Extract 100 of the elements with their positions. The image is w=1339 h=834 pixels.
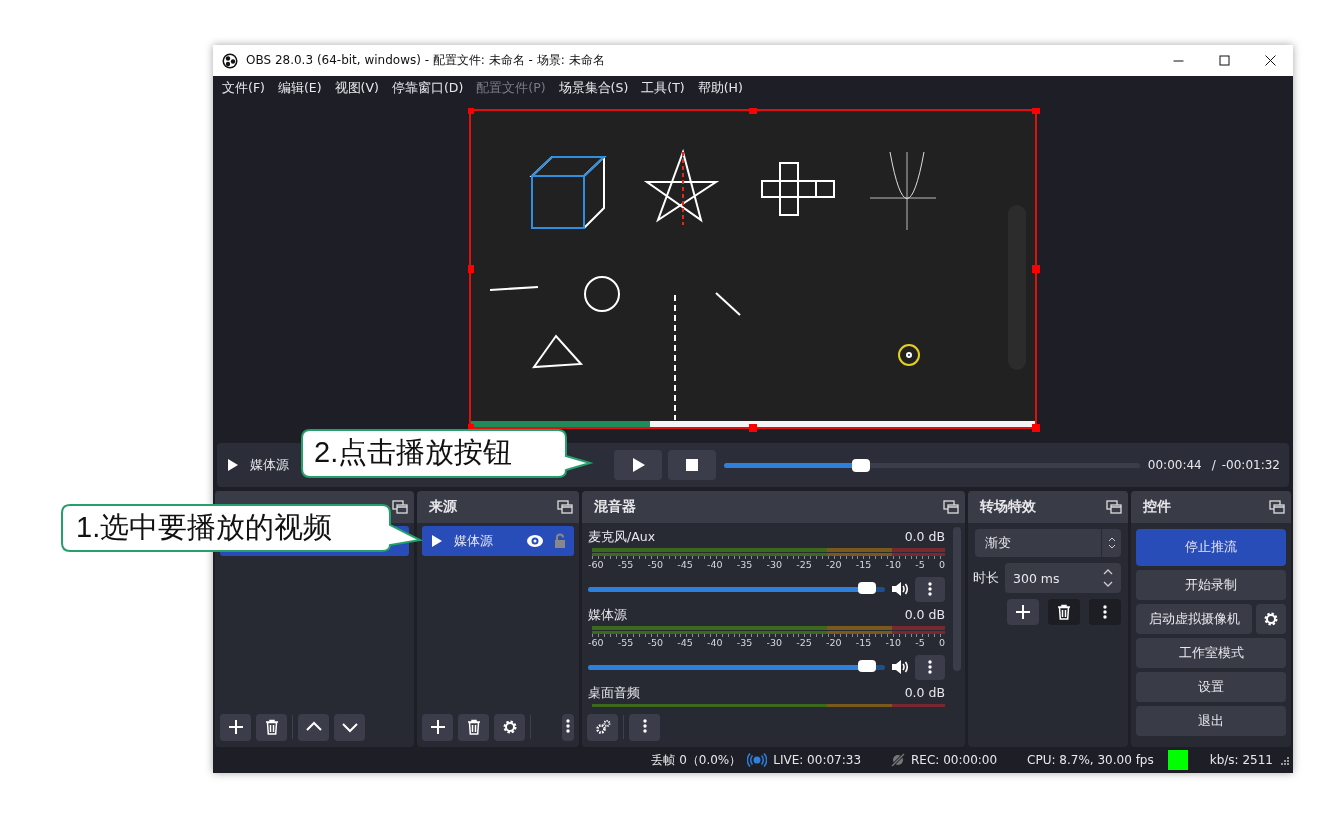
stop-button[interactable] [668,450,716,480]
callout-tooltip: 1.选中要播放的视频 [60,503,424,555]
control-button[interactable]: 设置 [1136,672,1286,702]
volume-reading: 0.0 dB [904,685,945,702]
seek-handle[interactable] [852,458,871,472]
meter-scale-label: -10 [885,637,902,650]
speaker-icon[interactable] [891,581,909,597]
menu-item[interactable]: 帮助(H) [692,79,748,97]
control-button[interactable]: 开始录制 [1136,570,1286,600]
vertical-dots-icon [927,660,933,674]
channel-name: 媒体源 [588,607,627,624]
volume-reading: 0.0 dB [904,529,945,546]
plus-icon [227,719,244,735]
meter-scale-label: -45 [677,637,693,650]
minimize-icon [1172,59,1184,62]
dropped-frames: 丢帧 0（0.0%） [651,751,742,769]
meter-scale-label: -25 [796,559,812,572]
plus-icon [429,719,446,735]
meter-scale-label: 0 [938,637,945,650]
more-button[interactable] [1089,599,1121,625]
menu-item[interactable]: 视图(V) [329,79,384,97]
remove-button[interactable] [458,713,489,741]
maximize-icon [1218,55,1230,66]
meter-scale-label: -5 [915,637,925,650]
meter-scale-label: -60 [588,637,604,650]
window-title: OBS 28.0.3 (64-bit, windows) - 配置文件: 未命名 - 场景: 未命名 [246,52,606,69]
meter-scale-label: -20 [826,637,842,650]
meter-scale-label: -5 [915,559,925,572]
undock-icon[interactable] [392,500,408,514]
source-name: 媒体源 [454,532,494,550]
eye-icon[interactable] [526,534,544,548]
dock-title: 控件 [1143,498,1171,516]
move-up-button[interactable] [298,713,329,741]
meter-scale-label: -60 [588,559,604,572]
vertical-dots-icon [565,719,571,735]
undock-icon[interactable] [557,500,573,514]
menu-item[interactable]: 停靠窗口(D) [386,79,469,97]
meter-scale-label: -55 [617,637,634,650]
transition-select[interactable]: 渐变 [975,529,1121,557]
channel-name: 麦克风/Aux [588,529,656,546]
meter-scale-label: -25 [796,637,812,650]
meter-scale-label: -40 [707,637,723,650]
control-button[interactable]: 停止推流 [1136,529,1286,566]
stop-icon [685,458,699,472]
undock-icon[interactable] [1269,500,1285,514]
broadcast-icon [747,753,768,767]
add-button[interactable] [220,713,251,741]
menu-item[interactable]: 编辑(E) [272,79,327,97]
more-button[interactable] [915,576,945,602]
add-button[interactable] [1007,599,1039,625]
duration-field[interactable]: 300 ms [1005,563,1121,593]
stepper-icon[interactable] [1103,568,1113,588]
resize-grip-icon[interactable] [1279,755,1289,765]
live-time: LIVE: 00:07:33 [773,753,862,767]
elapsed-time: 00:00:44 [1147,458,1202,472]
gears-icon [594,719,611,735]
cpu-usage: CPU: 8.7%, 30.00 fps [1027,753,1154,767]
time-separator: / [1211,458,1216,472]
stepper-icon [1107,536,1116,550]
volume-handle[interactable] [858,659,877,672]
undock-icon[interactable] [943,500,959,514]
advanced-settings-button[interactable] [587,713,618,741]
control-button[interactable]: 工作室模式 [1136,638,1286,668]
menu-item[interactable]: 场景集合(S) [553,79,634,97]
media-source-name: 媒体源 [250,456,289,474]
more-button[interactable] [915,654,945,680]
speaker-icon[interactable] [891,659,909,675]
undock-icon[interactable] [1106,500,1122,514]
play-icon [630,457,646,473]
add-button[interactable] [422,713,453,741]
settings-button[interactable] [494,713,525,741]
meter-scale-label: -50 [647,559,664,572]
volume-reading: 0.0 dB [904,607,945,624]
meter-scale-label: -50 [647,637,664,650]
meter-scale-label: -15 [855,559,872,572]
settings-button[interactable] [1256,604,1286,634]
remove-button[interactable] [1048,599,1080,625]
trash-icon [263,719,280,735]
move-down-button[interactable] [334,713,365,741]
remove-button[interactable] [256,713,287,741]
meter-scale-label: -40 [707,559,723,572]
meter-scale-label: -55 [617,559,634,572]
rec-time: REC: 00:00:00 [911,753,998,767]
control-button[interactable]: 启动虚拟摄像机 [1136,604,1252,634]
more-button[interactable] [629,713,660,741]
vertical-dots-icon [641,719,648,735]
menu-item[interactable]: 文件(F) [217,79,270,97]
gear-icon [501,719,518,735]
play-button[interactable] [614,450,662,480]
close-icon [1264,55,1276,66]
meter-scale-label: -10 [885,559,902,572]
volume-handle[interactable] [858,581,877,594]
control-button[interactable]: 退出 [1136,706,1286,736]
source-item[interactable]: 媒体源 [422,526,574,556]
dock-title: 来源 [429,498,457,516]
vertical-dots-icon [927,582,933,596]
more-button[interactable] [562,713,574,741]
remaining-time: -00:01:32 [1221,458,1280,472]
meter-scale-label: -35 [736,559,753,572]
menu-item[interactable]: 工具(T) [636,79,690,97]
